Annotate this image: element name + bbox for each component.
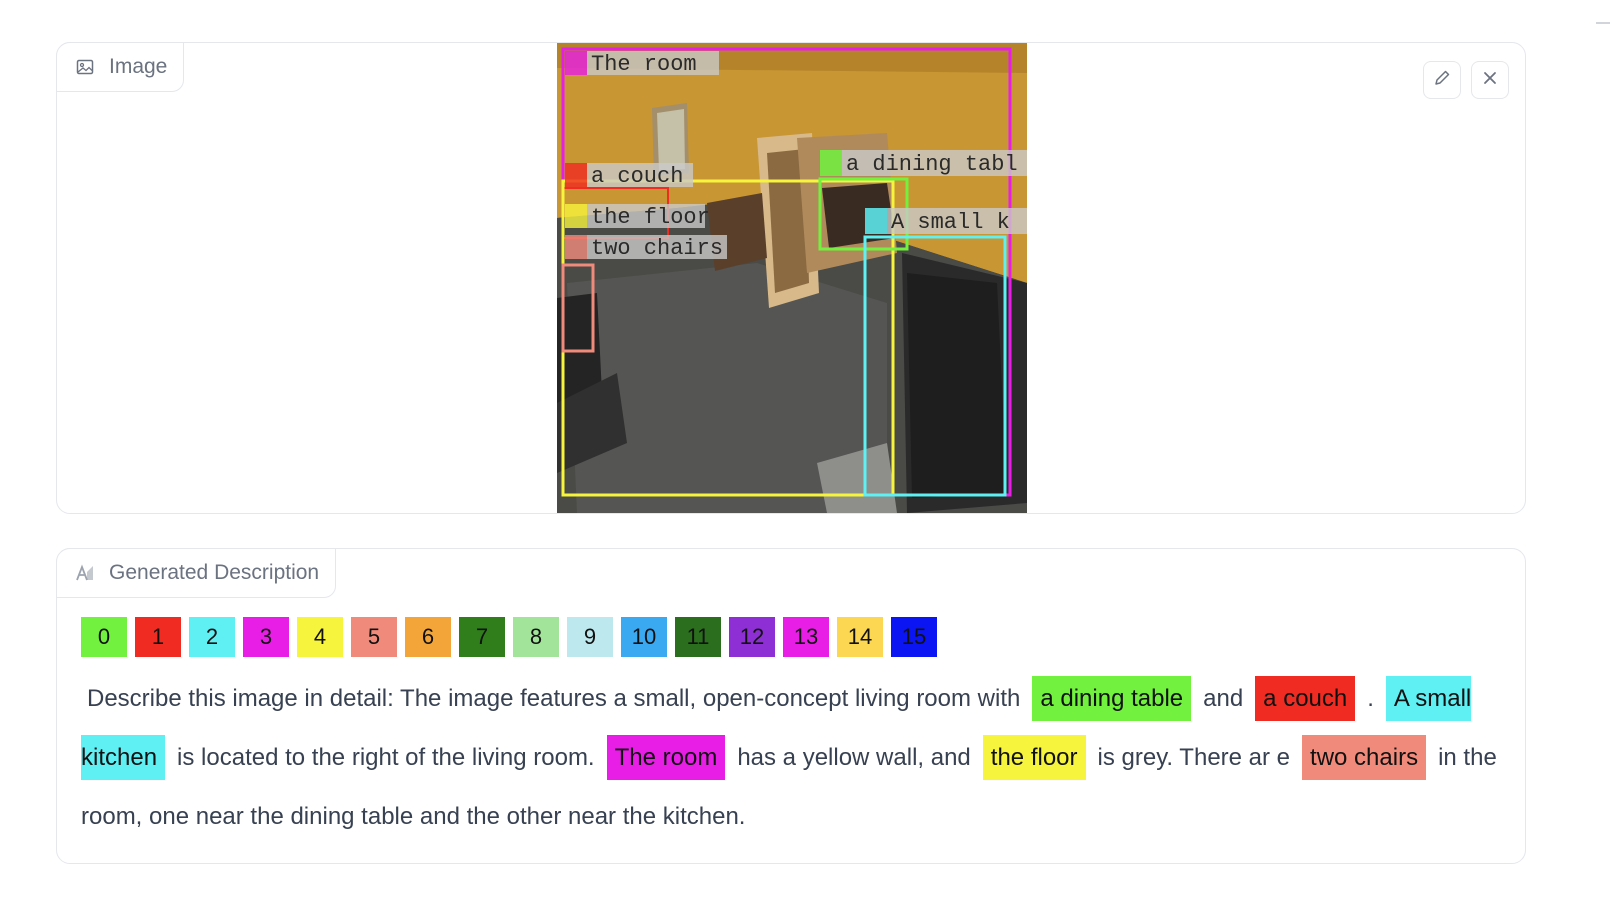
annotated-image: The room a couch the floor two chairs a …	[557, 43, 1027, 513]
box-label-chairs: two chairs	[591, 236, 723, 261]
legend-chip: 11	[675, 617, 721, 657]
legend-chip: 6	[405, 617, 451, 657]
image-panel: Image The room a couch the floor two cha…	[56, 42, 1526, 514]
legend-chip: 1	[135, 617, 181, 657]
image-icon	[75, 57, 95, 77]
highlighted-phrase: two chairs	[1302, 735, 1427, 780]
legend-chip: 5	[351, 617, 397, 657]
description-text: .	[1367, 685, 1374, 712]
image-panel-title: Image	[109, 55, 168, 78]
box-label-room: The room	[591, 52, 697, 77]
description-panel-label: Generated Description	[56, 548, 337, 598]
legend-chip: 9	[567, 617, 613, 657]
legend-chip: 4	[297, 617, 343, 657]
legend-chip: 2	[189, 617, 235, 657]
scroll-edge-mark	[1596, 22, 1610, 24]
description-text: is grey. There ar e	[1097, 744, 1291, 771]
legend-chip: 10	[621, 617, 667, 657]
legend-chip: 13	[783, 617, 829, 657]
description-panel: Generated Description 0 1 2 3 4 5 6 7 8 9 10 11 12 13…	[56, 548, 1526, 864]
highlighted-text-icon	[75, 563, 95, 583]
image-panel-label: Image	[56, 42, 185, 92]
legend-chip: 3	[243, 617, 289, 657]
highlighted-phrase: The room	[606, 735, 726, 780]
legend-chip: 14	[837, 617, 883, 657]
legend-chip: 7	[459, 617, 505, 657]
legend-chip: 15	[891, 617, 937, 657]
description-text: and	[1203, 685, 1244, 712]
clear-button[interactable]	[1471, 61, 1509, 99]
generated-description-text: Describe this image in detail: The image…	[81, 669, 1501, 846]
box-label-table: a dining tabl	[846, 152, 1018, 177]
image-actions	[1423, 61, 1509, 99]
box-label-couch: a couch	[591, 164, 683, 189]
color-legend: 0 1 2 3 4 5 6 7 8 9 10 11 12 13 14 15	[81, 617, 937, 657]
box-label-kitchen: A small k	[891, 210, 1010, 235]
highlighted-phrase: a couch	[1255, 676, 1356, 721]
box-label-floor: the floor	[591, 205, 710, 230]
pencil-icon	[1433, 69, 1451, 92]
edit-button[interactable]	[1423, 61, 1461, 99]
description-text: Describe this image in detail: The image…	[87, 685, 1021, 712]
description-text: has a yellow wall, and	[737, 744, 971, 771]
highlighted-phrase: a dining table	[1032, 676, 1192, 721]
legend-chip: 8	[513, 617, 559, 657]
description-panel-title: Generated Description	[109, 561, 320, 584]
description-text: is located to the right of the living ro…	[177, 744, 595, 771]
legend-chip: 0	[81, 617, 127, 657]
highlighted-phrase: the floor	[982, 735, 1086, 780]
close-icon	[1482, 70, 1498, 91]
legend-chip: 12	[729, 617, 775, 657]
